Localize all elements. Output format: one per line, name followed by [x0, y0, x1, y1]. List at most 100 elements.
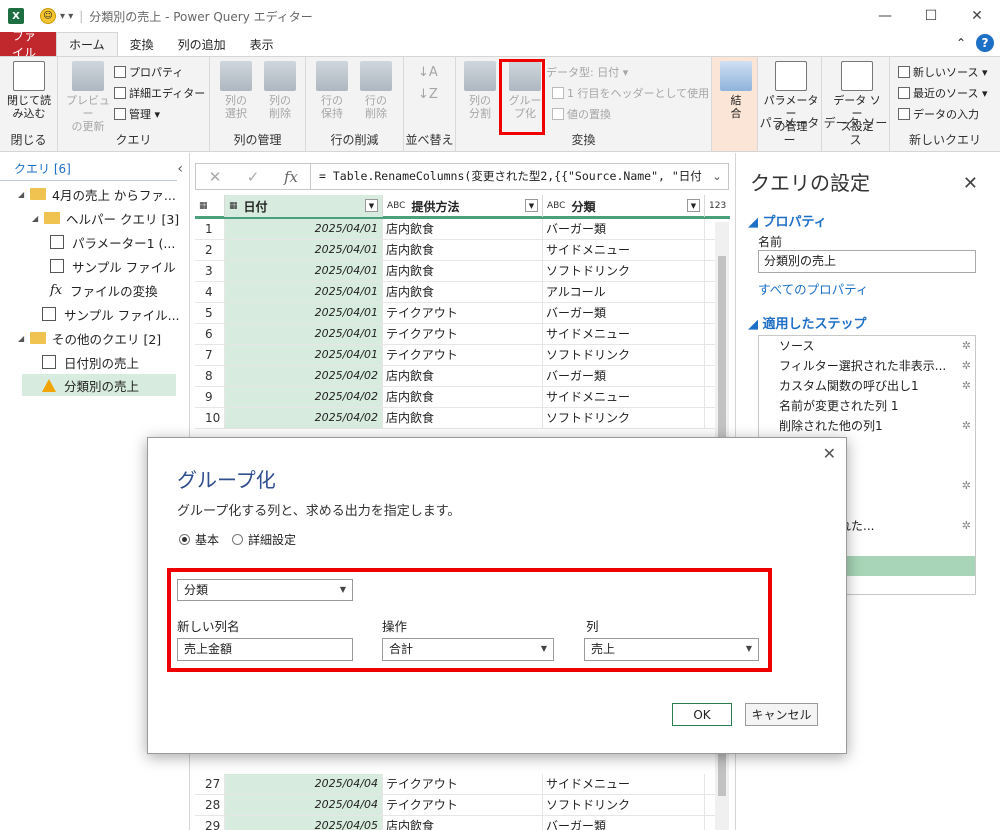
properties-button[interactable]: プロパティ — [114, 63, 183, 81]
new-column-name-input[interactable]: 売上金額 — [177, 638, 353, 661]
recent-sources-button[interactable]: 最近のソース ▾ — [898, 84, 987, 102]
table-row[interactable]: 7 2025/04/01 テイクアウト ソフトドリンク — [195, 345, 715, 366]
formula-input[interactable]: = Table.RenameColumns(変更された型2,{{"Source.… — [310, 164, 706, 189]
replace-values-button[interactable]: 値の置換 — [552, 105, 611, 123]
table-row[interactable]: 10 2025/04/02 店内飲食 ソフトドリンク — [195, 408, 715, 429]
expand-formula-icon[interactable]: ⌄ — [706, 170, 728, 183]
cell-method: 店内飲食 — [383, 387, 543, 407]
table-row[interactable]: 6 2025/04/01 テイクアウト サイドメニュー — [195, 324, 715, 345]
group-transform: 列の 分割 グルー プ化 データ型: 日付 ▾ 1 行目をヘッダーとして使用 ▾… — [456, 57, 718, 151]
advanced-editor-button[interactable]: 詳細エディター — [114, 84, 205, 102]
column-select[interactable]: 売上 ▼ — [584, 638, 759, 661]
queries-header[interactable]: クエリ [6] — [0, 157, 177, 181]
filter-dropdown-icon[interactable]: ▼ — [525, 199, 538, 212]
split-column-button[interactable]: 列の 分割 — [456, 61, 504, 120]
applied-step[interactable]: 名前が変更された列 1 — [759, 396, 975, 416]
step-settings-gear-icon[interactable]: ✲ — [962, 356, 971, 376]
cancel-formula-icon[interactable]: ✕ — [196, 168, 234, 186]
tree-folder-helper[interactable]: ◢ ヘルパー クエリ [3] — [32, 207, 179, 229]
applied-step[interactable]: フィルター選択された非表示... ✲ — [759, 356, 975, 376]
step-settings-gear-icon[interactable]: ✲ — [962, 376, 971, 396]
radio-advanced[interactable]: 詳細設定 — [232, 531, 296, 548]
keep-rows-button[interactable]: 行の 保持 — [308, 61, 356, 120]
applied-steps-section[interactable]: ◢ 適用したステップ — [748, 313, 867, 332]
table-row[interactable]: 2 2025/04/01 店内飲食 サイドメニュー — [195, 240, 715, 261]
table-row[interactable]: 4 2025/04/01 店内飲食 アルコール — [195, 282, 715, 303]
tree-folder-other[interactable]: ◢ その他のクエリ [2] — [18, 327, 161, 349]
minimize-icon[interactable]: — — [862, 0, 908, 32]
feedback-smiley-icon[interactable]: ☺ — [40, 8, 56, 24]
use-first-row-headers-button[interactable]: 1 行目をヘッダーとして使用 ▾ — [552, 84, 718, 102]
close-load-button[interactable]: 閉じて読 み込む — [5, 61, 53, 120]
new-source-button[interactable]: 新しいソース ▾ — [898, 63, 987, 81]
help-icon[interactable]: ? — [976, 34, 994, 52]
group-column-select[interactable]: 分類 ▼ — [177, 579, 353, 601]
table-menu-icon[interactable]: ▦ — [195, 195, 225, 217]
step-settings-gear-icon[interactable]: ✲ — [962, 516, 971, 536]
applied-step[interactable]: 削除された他の列1 ✲ — [759, 416, 975, 436]
tab-transform[interactable]: 変換 — [118, 32, 166, 56]
choose-columns-button[interactable]: 列の 選択 — [212, 61, 260, 120]
close-settings-icon[interactable]: ✕ — [963, 173, 978, 194]
tree-item-sample-file[interactable]: サンプル ファイル — [50, 255, 176, 277]
refresh-preview-button[interactable]: プレビュー の更新 — [64, 61, 112, 133]
table-row[interactable]: 27 2025/04/04 テイクアウト サイドメニュー — [195, 774, 715, 795]
cancel-button[interactable]: キャンセル — [745, 703, 818, 726]
column-header-category[interactable]: ABC 分類 ▼ — [543, 195, 705, 217]
enter-data-button[interactable]: データの入力 — [898, 105, 979, 123]
sort-descending-icon[interactable]: ↓Z — [418, 85, 438, 103]
ok-button[interactable]: OK — [672, 703, 732, 726]
data-type-dropdown[interactable]: データ型: 日付 ▾ — [546, 63, 628, 81]
tree-item-sales-by-category[interactable]: 分類別の売上 — [22, 374, 176, 396]
step-settings-gear-icon[interactable]: ✲ — [962, 336, 971, 356]
table-row[interactable]: 8 2025/04/02 店内飲食 バーガー類 — [195, 366, 715, 387]
filter-dropdown-icon[interactable]: ▼ — [687, 199, 700, 212]
operation-select[interactable]: 合計 ▼ — [382, 638, 554, 661]
collapse-ribbon-icon[interactable]: ⌃ — [956, 36, 966, 50]
filter-dropdown-icon[interactable]: ▼ — [365, 199, 378, 212]
column-header-next[interactable]: 123 — [705, 195, 730, 217]
qat-dropdown-icon[interactable]: ▾ ▾ — [60, 11, 73, 22]
properties-section[interactable]: ◢ プロパティ — [748, 211, 827, 230]
tree-item-sales-by-date[interactable]: 日付別の売上 — [42, 351, 139, 373]
tree-item-parameter1[interactable]: パラメーター1 (... — [50, 231, 175, 253]
header-label: 提供方法 — [411, 199, 460, 214]
radio-basic-label: 基本 — [195, 533, 220, 547]
tree-item-sample-file-2[interactable]: サンプル ファイル... — [42, 303, 180, 325]
tree-folder-april[interactable]: ◢ 4月の売上 からファ... — [18, 183, 176, 205]
remove-rows-button[interactable]: 行の 削除 — [352, 61, 400, 120]
combine-button[interactable]: 結 合 — [712, 61, 760, 120]
row-number: 8 — [195, 366, 225, 386]
tab-home[interactable]: ホーム — [56, 32, 118, 56]
remove-columns-button[interactable]: 列の 削除 — [256, 61, 304, 120]
collapse-pane-icon[interactable]: ‹ — [177, 161, 183, 177]
tree-item-transform-file[interactable]: fx ファイルの変換 — [50, 279, 158, 301]
tab-file[interactable]: ファイル — [0, 29, 56, 60]
group-by-dialog: ✕ グループ化 グループ化する列と、求める出力を指定します。 基本 詳細設定 分… — [147, 437, 847, 754]
table-row[interactable]: 29 2025/04/05 店内飲食 バーガー類 — [195, 816, 715, 830]
table-row[interactable]: 3 2025/04/01 店内飲食 ソフトドリンク — [195, 261, 715, 282]
step-settings-gear-icon[interactable]: ✲ — [962, 416, 971, 436]
query-name-input[interactable]: 分類別の売上 — [758, 250, 976, 273]
table-row[interactable]: 9 2025/04/02 店内飲食 サイドメニュー — [195, 387, 715, 408]
radio-basic[interactable]: 基本 — [179, 531, 219, 548]
close-icon[interactable]: ✕ — [954, 0, 1000, 32]
tab-view[interactable]: 表示 — [238, 32, 286, 56]
folder-icon — [30, 188, 46, 200]
all-properties-link[interactable]: すべてのプロパティ — [758, 279, 868, 298]
column-header-method[interactable]: ABC 提供方法 ▼ — [383, 195, 543, 217]
step-settings-gear-icon[interactable]: ✲ — [962, 476, 971, 496]
applied-step[interactable]: ソース ✲ — [759, 336, 975, 356]
column-header-date[interactable]: ▦ 日付 ▼ — [225, 195, 383, 217]
manage-button[interactable]: 管理 ▾ — [114, 105, 160, 123]
commit-formula-icon[interactable]: ✓ — [234, 168, 272, 186]
sort-ascending-icon[interactable]: ↓A — [418, 63, 438, 81]
applied-step[interactable]: カスタム関数の呼び出し1 ✲ — [759, 376, 975, 396]
maximize-icon[interactable]: ☐ — [908, 0, 954, 32]
table-row[interactable]: 28 2025/04/04 テイクアウト ソフトドリンク — [195, 795, 715, 816]
fx-icon[interactable]: fx — [272, 168, 310, 186]
dialog-close-icon[interactable]: ✕ — [823, 444, 836, 463]
table-row[interactable]: 5 2025/04/01 テイクアウト バーガー類 — [195, 303, 715, 324]
tab-add-column[interactable]: 列の追加 — [166, 32, 238, 56]
table-row[interactable]: 1 2025/04/01 店内飲食 バーガー類 — [195, 219, 715, 240]
